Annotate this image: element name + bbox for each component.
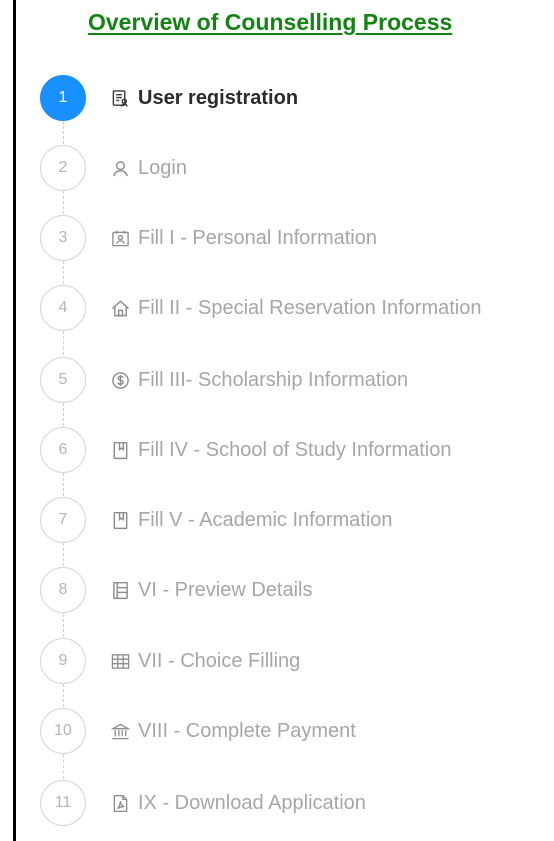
- step-label-text: Fill IV - School of Study Information: [138, 438, 452, 461]
- step-number-badge: 2: [40, 145, 86, 191]
- step-label-text: VII - Choice Filling: [138, 649, 301, 672]
- step-number-badge: 7: [40, 497, 86, 543]
- step-number-badge: 10: [40, 708, 86, 754]
- step-connector: [63, 684, 64, 707]
- step-label: Fill V - Academic Information: [110, 509, 393, 532]
- table-icon: [110, 651, 130, 671]
- bank-icon: [110, 721, 130, 741]
- step-label: Login: [110, 157, 187, 180]
- step-label-text: User registration: [138, 86, 299, 109]
- step-number-badge: 11: [40, 780, 86, 826]
- step-connector: [63, 331, 64, 355]
- step-label-text: IX - Download Application: [138, 791, 366, 814]
- step-label: IX - Download Application: [110, 792, 366, 815]
- step-label-text: Fill V - Academic Information: [138, 508, 393, 531]
- step-10-complete-payment[interactable]: 10 VIII - Complete Payment: [40, 707, 540, 755]
- step-label: Fill IV - School of Study Information: [110, 439, 451, 462]
- step-label-text: VIII - Complete Payment: [138, 719, 356, 742]
- step-connector: [63, 543, 64, 566]
- step-9-choice-filling[interactable]: 9 VII - Choice Filling: [40, 637, 540, 685]
- step-label: Fill II - Special Reservation Informatio…: [110, 297, 481, 320]
- step-connector: [63, 754, 64, 779]
- book-icon: [110, 440, 130, 460]
- step-number-badge: 6: [40, 427, 86, 473]
- step-2-login[interactable]: 2 Login: [40, 144, 540, 192]
- pdf-file-icon: [110, 793, 130, 813]
- home-icon: [110, 298, 130, 318]
- step-label: User registration: [110, 87, 298, 110]
- step-label-text: Fill III- Scholarship Information: [138, 368, 409, 391]
- book-icon: [110, 510, 130, 530]
- step-label: Fill I - Personal Information: [110, 227, 377, 250]
- step-number-badge: 3: [40, 215, 86, 261]
- step-connector: [63, 473, 64, 496]
- step-3-personal-information[interactable]: 3 Fill I - Personal Information: [40, 214, 540, 262]
- step-number-badge: 5: [40, 357, 86, 403]
- steps-list: 1 User registration 2 Login 3 Fill I - P…: [0, 0, 554, 841]
- step-label: Fill III- Scholarship Information: [110, 369, 408, 392]
- registration-form-icon: [110, 88, 130, 108]
- step-connector: [63, 121, 64, 144]
- step-connector: [63, 614, 64, 637]
- user-icon: [110, 158, 130, 178]
- step-label: VII - Choice Filling: [110, 650, 300, 673]
- step-1-user-registration[interactable]: 1 User registration: [40, 74, 540, 122]
- dollar-circle-icon: [110, 370, 130, 390]
- step-label: VIII - Complete Payment: [110, 720, 356, 743]
- step-8-preview-details[interactable]: 8 VI - Preview Details: [40, 566, 540, 614]
- step-label-text: VI - Preview Details: [138, 578, 313, 601]
- step-connector: [63, 261, 64, 284]
- step-11-download-application[interactable]: 11 IX - Download Application: [40, 779, 540, 827]
- step-4-special-reservation-information[interactable]: 4 Fill II - Special Reservation Informat…: [40, 284, 540, 332]
- step-label-text: Fill I - Personal Information: [138, 226, 377, 249]
- step-number-badge: 8: [40, 567, 86, 613]
- step-6-school-of-study-information[interactable]: 6 Fill IV - School of Study Information: [40, 426, 540, 474]
- step-5-scholarship-information[interactable]: 5 Fill III- Scholarship Information: [40, 356, 540, 404]
- step-connector: [63, 191, 64, 214]
- document-list-icon: [110, 580, 130, 600]
- contact-card-icon: [110, 228, 130, 248]
- step-label-text: Login: [138, 156, 187, 179]
- step-number-badge: 4: [40, 285, 86, 331]
- step-label-text: Fill II - Special Reservation Informatio…: [138, 296, 482, 319]
- step-connector: [63, 403, 64, 426]
- step-number-badge: 9: [40, 638, 86, 684]
- step-number-badge: 1: [40, 75, 86, 121]
- step-label: VI - Preview Details: [110, 579, 313, 602]
- step-7-academic-information[interactable]: 7 Fill V - Academic Information: [40, 496, 540, 544]
